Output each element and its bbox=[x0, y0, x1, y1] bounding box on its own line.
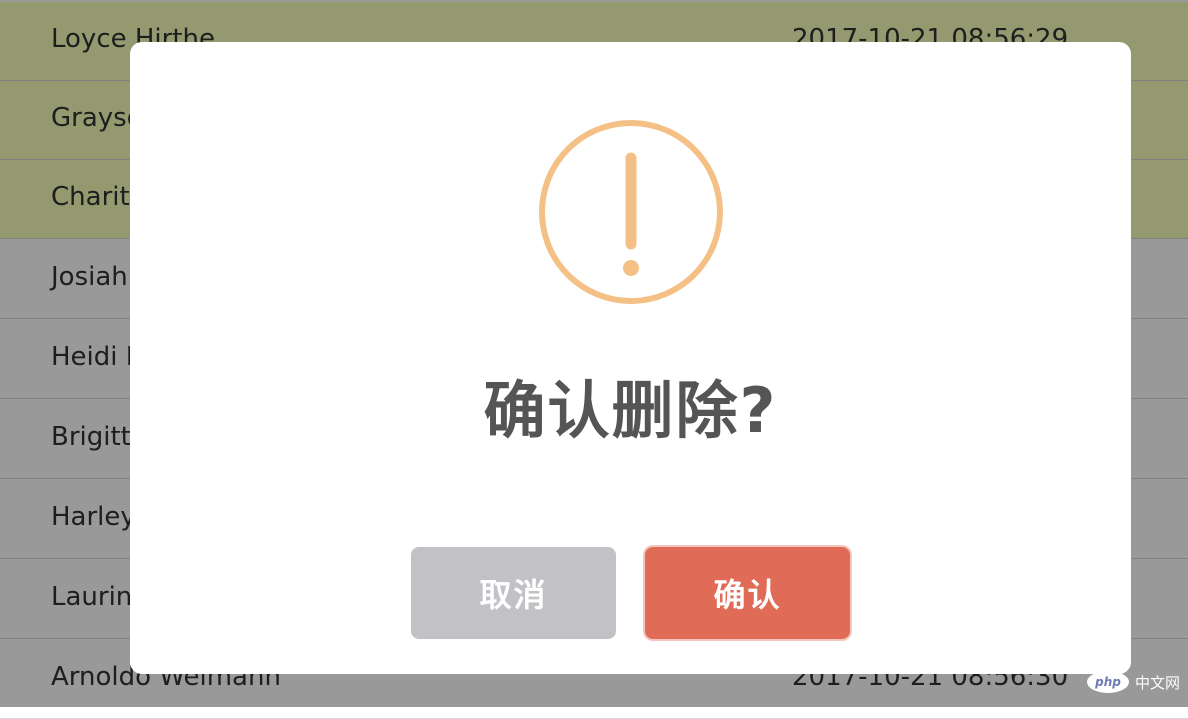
dialog-title: 确认删除? bbox=[483, 374, 778, 447]
cancel-button[interactable]: 取消 bbox=[411, 547, 616, 639]
watermark: php 中文网 bbox=[1086, 671, 1180, 693]
confirm-button[interactable]: 确认 bbox=[645, 547, 850, 639]
warning-exclamation-icon bbox=[539, 120, 723, 304]
php-logo: php bbox=[1086, 671, 1129, 693]
confirm-button-label: 确认 bbox=[713, 576, 782, 614]
watermark-text: 中文网 bbox=[1134, 673, 1180, 692]
confirm-delete-dialog: 确认删除? 取消 确认 bbox=[130, 42, 1131, 674]
cancel-button-label: 取消 bbox=[479, 576, 548, 614]
